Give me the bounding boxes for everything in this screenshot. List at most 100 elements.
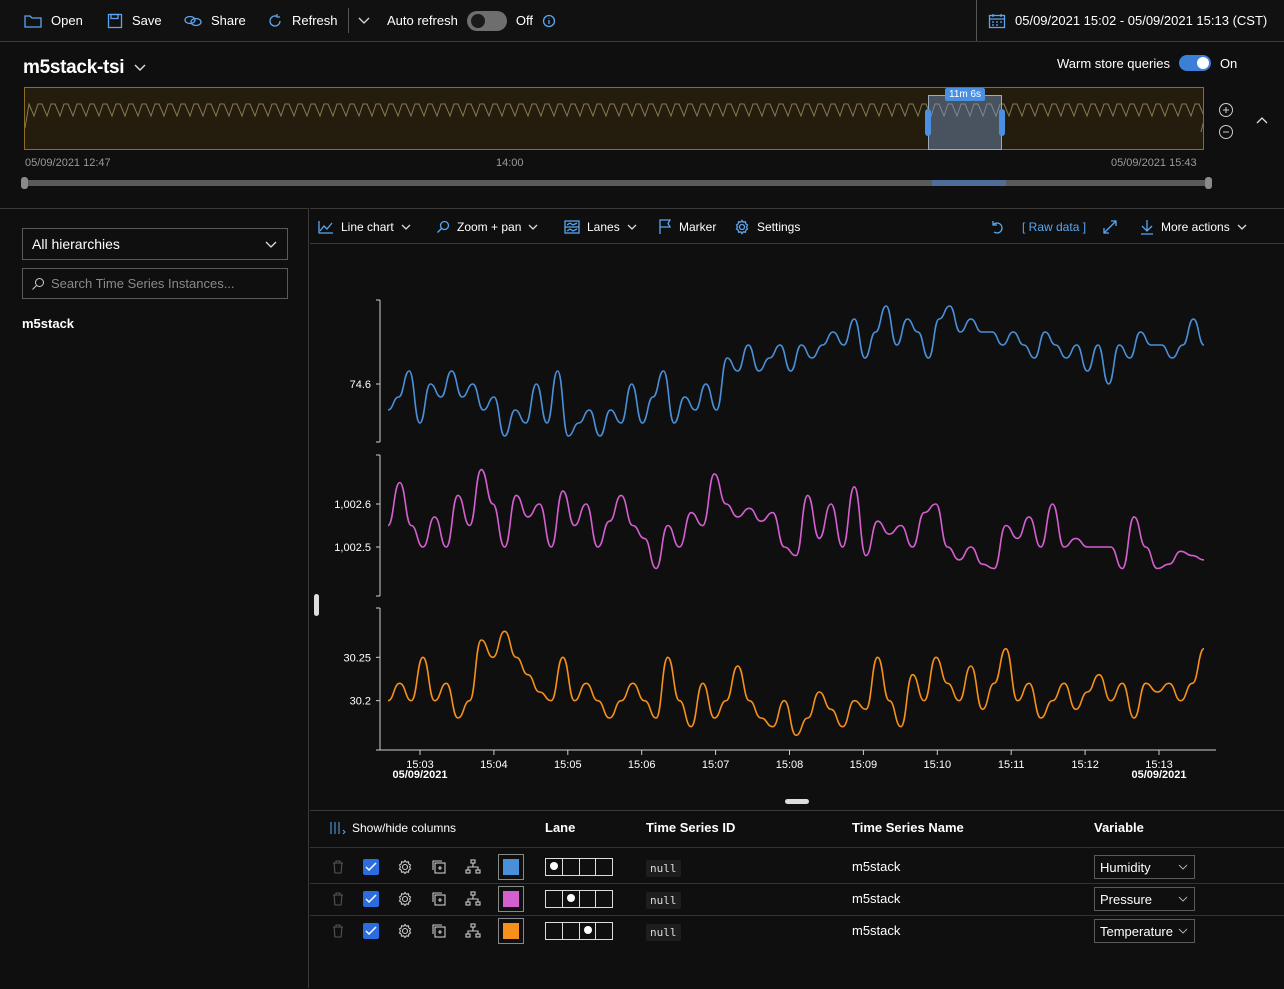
visibility-checkbox[interactable]: [363, 891, 379, 907]
zoom-pan-dropdown[interactable]: Zoom + pan: [436, 209, 538, 245]
lanes-dropdown[interactable]: Lanes: [564, 209, 637, 245]
lane-cell[interactable]: [596, 891, 612, 907]
variable-select[interactable]: Pressure: [1094, 887, 1195, 911]
line-chart-icon: [318, 221, 333, 234]
delete-button[interactable]: [331, 859, 345, 875]
chevron-down-icon: [1178, 928, 1188, 934]
gear-icon: [398, 891, 412, 907]
share-button[interactable]: Share: [184, 0, 246, 41]
expand-button[interactable]: [1102, 209, 1118, 245]
x-tick-label: 15:05: [554, 759, 582, 771]
toggle-switch[interactable]: [466, 10, 507, 31]
scrollbar-handle-left[interactable]: [21, 177, 28, 189]
delete-button[interactable]: [331, 923, 345, 939]
zoom-in-button[interactable]: [1218, 102, 1234, 118]
hierarchy-button[interactable]: [465, 891, 481, 907]
link-icon: [184, 15, 202, 26]
lane-selector[interactable]: [545, 858, 613, 876]
variable-select[interactable]: Temperature: [1094, 919, 1195, 943]
undo-button[interactable]: [989, 209, 1005, 245]
ts-name-value: m5stack: [852, 891, 901, 906]
warm-store-toggle[interactable]: Warm store queries On: [1057, 55, 1237, 71]
refresh-dropdown[interactable]: [358, 0, 370, 41]
availability-chart[interactable]: [24, 87, 1204, 150]
environment-selector[interactable]: m5stack-tsi: [23, 57, 146, 79]
brush-selection[interactable]: [928, 95, 1002, 150]
info-icon[interactable]: [542, 14, 556, 28]
lane-cell[interactable]: [596, 923, 612, 939]
color-picker[interactable]: [498, 854, 524, 880]
check-icon: [365, 926, 377, 936]
lane-selector[interactable]: [545, 890, 613, 908]
scrollbar-handle-right[interactable]: [1205, 177, 1212, 189]
left-resize-handle[interactable]: [314, 594, 319, 616]
lane-cell[interactable]: [596, 859, 612, 875]
series-line-temperature[interactable]: [387, 630, 1205, 737]
show-hide-columns-button[interactable]: Show/hide columns: [330, 821, 456, 835]
auto-refresh-toggle[interactable]: Auto refresh Off: [387, 0, 556, 41]
color-picker[interactable]: [498, 918, 524, 944]
line-chart-dropdown[interactable]: Line chart: [318, 209, 411, 245]
raw-data-button[interactable]: [ Raw data ]: [1022, 209, 1086, 245]
instance-search[interactable]: Search Time Series Instances...: [22, 268, 288, 299]
hierarchy-select[interactable]: All hierarchies: [22, 228, 288, 260]
timeline-scrollbar[interactable]: [24, 180, 1208, 186]
series-settings-button[interactable]: [397, 891, 413, 907]
duplicate-button[interactable]: [431, 923, 447, 939]
lane-dot: [583, 926, 592, 934]
series-settings-button[interactable]: [397, 859, 413, 875]
auto-refresh-state: Off: [515, 13, 533, 28]
more-actions-label: More actions: [1161, 220, 1230, 234]
lane-cell[interactable]: [546, 891, 563, 907]
divider: [310, 847, 1284, 848]
y-tick-label: 30.25: [343, 652, 371, 664]
time-series-chart[interactable]: 74.61,002.61,002.530.2530.215:03 15:04 15:…: [310, 244, 1284, 810]
duplicate-button[interactable]: [431, 859, 447, 875]
lane-dot: [566, 894, 575, 902]
brush-handle-left[interactable]: [925, 109, 931, 136]
ts-id-header: Time Series ID: [646, 820, 736, 835]
duplicate-button[interactable]: [431, 891, 447, 907]
y-tick-label: 74.6: [350, 379, 371, 391]
more-actions-dropdown[interactable]: More actions: [1140, 209, 1247, 245]
brush-handle-right[interactable]: [999, 109, 1005, 136]
settings-button[interactable]: Settings: [734, 209, 800, 245]
zoom-in-icon: [1219, 103, 1233, 117]
date-range-picker[interactable]: 05/09/2021 15:02 - 05/09/2021 15:13 (CST…: [988, 0, 1267, 41]
delete-button[interactable]: [331, 891, 345, 907]
series-line-humidity[interactable]: [387, 305, 1205, 437]
lane-cell[interactable]: [546, 923, 563, 939]
refresh-button[interactable]: Refresh: [267, 0, 338, 41]
hierarchy-button[interactable]: [465, 859, 481, 875]
collapse-button[interactable]: [1256, 116, 1268, 124]
marker-button[interactable]: Marker: [658, 209, 716, 245]
timeline-scrollbar-selection[interactable]: [932, 180, 1006, 186]
color-picker[interactable]: [498, 886, 524, 912]
hierarchy-button[interactable]: [465, 923, 481, 939]
environment-name: m5stack-tsi: [23, 57, 125, 78]
toggle-switch[interactable]: [1178, 55, 1211, 71]
download-icon: [1141, 220, 1153, 235]
chevron-down-icon: [1178, 864, 1188, 870]
save-button[interactable]: Save: [107, 0, 162, 41]
series-line-pressure[interactable]: [387, 468, 1205, 570]
divider: [976, 0, 977, 41]
instance-item[interactable]: m5stack: [22, 316, 74, 331]
lane-cell[interactable]: [546, 859, 563, 875]
y-tick-label: 30.2: [350, 696, 371, 708]
lane-selector[interactable]: [545, 922, 613, 940]
lane-cell[interactable]: [563, 923, 580, 939]
variable-select[interactable]: Humidity: [1094, 855, 1195, 879]
visibility-checkbox[interactable]: [363, 859, 379, 875]
open-button[interactable]: Open: [24, 0, 83, 41]
lane-cell[interactable]: [580, 923, 597, 939]
lane-cell[interactable]: [563, 859, 580, 875]
variable-header: Variable: [1094, 820, 1144, 835]
lane-cell[interactable]: [580, 859, 597, 875]
bottom-resize-handle[interactable]: [785, 799, 809, 804]
visibility-checkbox[interactable]: [363, 923, 379, 939]
lane-cell[interactable]: [563, 891, 580, 907]
series-settings-button[interactable]: [397, 923, 413, 939]
zoom-out-button[interactable]: [1218, 124, 1234, 140]
lane-cell[interactable]: [580, 891, 597, 907]
